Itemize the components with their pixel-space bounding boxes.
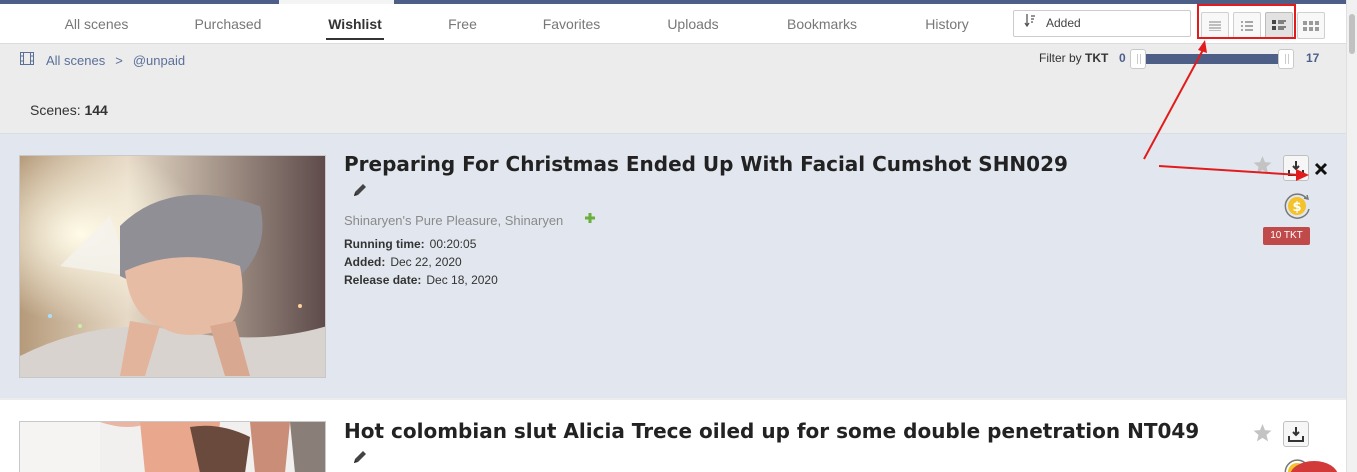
slider-max-handle[interactable] (1278, 49, 1294, 69)
sort-select[interactable]: Added (1013, 10, 1191, 37)
price-badge: 10 TKT (1263, 227, 1310, 245)
scene-thumbnail[interactable] (19, 421, 326, 472)
star-icon[interactable] (1253, 156, 1272, 180)
tab-free[interactable]: Free (440, 4, 485, 44)
scene-tabs-bar: All scenes Purchased Wishlist Free Favor… (0, 4, 1346, 44)
tab-uploads[interactable]: Uploads (660, 4, 726, 44)
download-icon (1288, 161, 1304, 176)
filter-min-value: 0 (1119, 51, 1126, 65)
slider-min-handle[interactable] (1130, 49, 1146, 69)
filter-label: Filter by TKT (1039, 51, 1109, 65)
coin-icon[interactable]: $ (1282, 191, 1312, 221)
download-button[interactable] (1283, 421, 1309, 447)
added-date: Added: Dec 22, 2020 (344, 255, 462, 269)
breadcrumb-all-scenes[interactable]: All scenes (46, 53, 105, 68)
slider-range-fill (1138, 54, 1286, 64)
view-list-button[interactable] (1233, 12, 1261, 39)
plus-icon[interactable] (584, 211, 596, 229)
scrollbar-thumb[interactable] (1349, 14, 1355, 54)
breadcrumb: All scenes > @unpaid (20, 52, 185, 68)
breadcrumb-current: @unpaid (132, 52, 186, 68)
filter-max-value: 17 (1306, 51, 1320, 65)
detailed-list-icon (1272, 20, 1286, 30)
svg-text:$: $ (1292, 200, 1301, 215)
tab-purchased[interactable]: Purchased (184, 4, 272, 44)
grid-icon (1303, 20, 1319, 31)
scene-thumbnail[interactable] (19, 155, 326, 378)
running-time: Running time: 00:20:05 (344, 237, 477, 251)
scrollbar[interactable] (1346, 0, 1357, 472)
release-date: Release date: Dec 18, 2020 (344, 273, 498, 287)
view-compact-list-button[interactable] (1201, 12, 1229, 39)
film-icon (20, 52, 34, 68)
scene-title[interactable]: Preparing For Christmas Ended Up With Fa… (344, 152, 1068, 176)
sort-value: Added (1046, 16, 1081, 30)
tab-all-scenes[interactable]: All scenes (50, 4, 143, 44)
scene-title[interactable]: Hot colombian slut Alicia Trece oiled up… (344, 419, 1199, 443)
breadcrumb-separator: > (115, 52, 123, 68)
scene-studios[interactable]: Shinaryen's Pure Pleasure, Shinaryen (344, 213, 563, 228)
tab-bookmarks[interactable]: Bookmarks (777, 4, 867, 44)
pencil-icon[interactable] (352, 182, 368, 203)
list-icon (1241, 20, 1253, 31)
view-grid-button[interactable] (1297, 12, 1325, 39)
view-detailed-list-button[interactable] (1265, 12, 1293, 39)
download-icon (1288, 427, 1304, 442)
compact-list-icon (1209, 20, 1221, 31)
download-button[interactable] (1283, 155, 1309, 181)
tab-wishlist[interactable]: Wishlist (326, 4, 384, 44)
tkt-range-slider[interactable] (1130, 49, 1294, 69)
sort-icon (1024, 11, 1036, 36)
star-icon[interactable] (1253, 424, 1272, 448)
tab-history[interactable]: History (915, 4, 979, 44)
tab-favorites[interactable]: Favorites (533, 4, 610, 44)
scenes-count: Scenes: 144 (30, 102, 108, 118)
close-icon[interactable] (1314, 160, 1328, 181)
pencil-icon[interactable] (352, 449, 368, 470)
